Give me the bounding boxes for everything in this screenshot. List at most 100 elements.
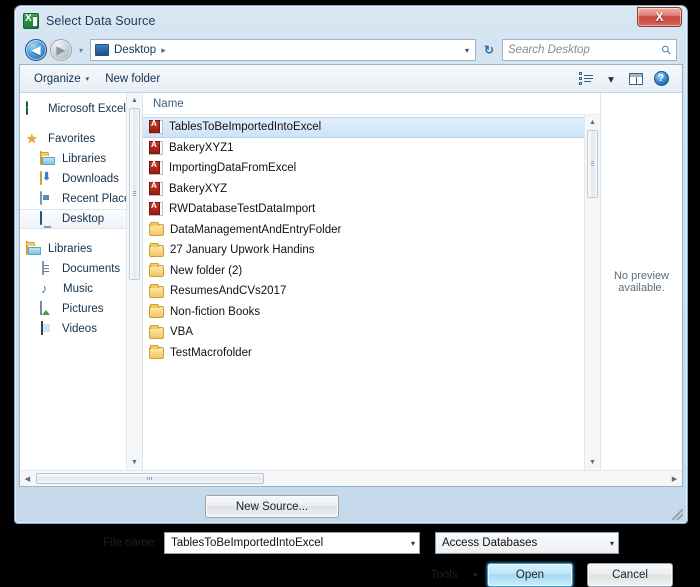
excel-icon [26, 101, 42, 116]
sidebar-scrollbar[interactable]: ▲ ▼ [126, 93, 142, 470]
file-type-filter-select[interactable]: Access Databases ▾ [435, 532, 619, 554]
forward-arrow-icon[interactable]: ▶ [50, 39, 72, 61]
file-name: VBA [170, 326, 194, 339]
hscroll-thumb[interactable] [36, 473, 264, 484]
action-button-row: Tools ▾ Open Cancel [29, 563, 673, 587]
forward-glyph: ▶ [56, 43, 66, 57]
desktop-icon [95, 44, 109, 56]
sidebar-item-favorites[interactable]: ★ Favorites [20, 129, 142, 149]
sidebar-item-microsoft-excel[interactable]: Microsoft Excel [20, 99, 142, 119]
new-source-row: New Source... [29, 495, 673, 518]
table-row[interactable]: Non-fiction Books [143, 302, 600, 323]
new-folder-button[interactable]: New folder [97, 70, 168, 88]
column-header-name[interactable]: Name [143, 93, 600, 115]
sidebar-item-downloads[interactable]: Downloads [20, 169, 142, 189]
file-name: ImportingDataFromExcel [169, 162, 297, 175]
sidebar-item-libraries-fav[interactable]: Libraries [20, 149, 142, 169]
refresh-icon[interactable]: ↻ [479, 39, 499, 61]
downloads-icon [40, 171, 56, 186]
table-row[interactable]: ResumesAndCVs2017 [143, 281, 600, 302]
hscroll-right-icon[interactable]: ▶ [667, 471, 682, 486]
organize-button[interactable]: Organize ▾ [26, 70, 97, 88]
address-path-box[interactable]: Desktop ▸ ▾ [90, 39, 476, 61]
view-dropdown-caret[interactable]: ▾ [600, 69, 622, 89]
list-scroll-down-icon[interactable]: ▼ [585, 455, 600, 470]
table-row[interactable]: RWDatabaseTestDataImport [143, 199, 600, 220]
file-list-scrollbar[interactable]: ▲ ▼ [584, 115, 600, 470]
table-row[interactable]: BakeryXYZ [143, 179, 600, 200]
file-name: DataManagementAndEntryFolder [170, 223, 342, 236]
sidebar-item-pictures[interactable]: Pictures [20, 299, 142, 319]
excel-icon [23, 13, 39, 29]
chevron-down-icon[interactable]: ▾ [604, 539, 614, 548]
view-lines [584, 75, 593, 82]
horizontal-scrollbar[interactable]: ◀ ▶ [20, 470, 682, 486]
file-name: BakeryXYZ1 [169, 141, 234, 154]
back-glyph: ◀ [31, 43, 41, 57]
navigation-pane: Microsoft Excel ★ Favorites Libraries Do… [20, 93, 142, 470]
table-row[interactable]: 27 January Upwork Handins [143, 240, 600, 261]
table-row[interactable]: DataManagementAndEntryFolder [143, 220, 600, 241]
tools-button[interactable]: Tools ▾ [429, 565, 479, 585]
open-button[interactable]: Open [487, 563, 573, 587]
sidebar-scroll-up-icon[interactable]: ▲ [127, 93, 142, 108]
resize-grip[interactable] [672, 509, 683, 520]
folder-icon [149, 345, 164, 360]
access-file-icon [149, 119, 163, 135]
help-icon: ? [653, 71, 669, 86]
access-file-icon [149, 201, 163, 217]
tools-label: Tools [430, 569, 458, 581]
star-icon: ★ [26, 131, 38, 146]
sidebar-scroll-down-icon[interactable]: ▼ [127, 455, 142, 470]
file-name-value: TablesToBeImportedIntoExcel [171, 537, 324, 549]
view-layout-icon[interactable] [575, 69, 597, 89]
access-file-icon [149, 181, 163, 196]
close-button[interactable]: X [637, 7, 682, 27]
folder-icon [149, 283, 164, 298]
table-row[interactable]: New folder (2) [143, 261, 600, 282]
desktop-icon [40, 211, 56, 226]
address-dropdown-caret[interactable]: ▾ [465, 46, 471, 55]
new-source-button[interactable]: New Source... [205, 495, 339, 518]
table-row[interactable]: BakeryXYZ1 [143, 138, 600, 159]
sidebar-scroll-thumb[interactable] [129, 108, 140, 280]
back-arrow-icon[interactable]: ◀ [25, 39, 47, 61]
sidebar-item-music[interactable]: ♪ Music [20, 279, 142, 299]
recent-places-icon [40, 191, 56, 206]
search-input[interactable]: Search Desktop ⚲ [502, 39, 677, 61]
sidebar-item-videos[interactable]: Videos [20, 319, 142, 339]
table-row[interactable]: VBA [143, 322, 600, 343]
file-name: BakeryXYZ [169, 182, 228, 195]
breadcrumb-desktop[interactable]: Desktop [114, 44, 156, 56]
sidebar-item-label: Libraries [62, 153, 107, 165]
sidebar-item-label: Libraries [48, 243, 93, 255]
table-row[interactable]: TablesToBeImportedIntoExcel [143, 117, 600, 138]
search-icon: ⚲ [658, 41, 675, 59]
sidebar-item-desktop[interactable]: Desktop [20, 209, 142, 229]
panel-content: Microsoft Excel ★ Favorites Libraries Do… [20, 93, 682, 470]
help-button[interactable]: ? [650, 69, 672, 89]
file-name-input[interactable]: TablesToBeImportedIntoExcel ▾ [164, 532, 420, 554]
list-scroll-thumb[interactable] [587, 130, 598, 198]
history-dropdown-caret[interactable]: ▾ [75, 46, 87, 55]
preview-message: No preview available. [613, 269, 670, 294]
video-icon [40, 321, 56, 336]
cancel-button[interactable]: Cancel [587, 563, 673, 587]
window-title: Select Data Source [46, 14, 156, 28]
table-row[interactable]: TestMacrofolder [143, 343, 600, 364]
library-folder-icon [26, 241, 42, 256]
file-name: Non-fiction Books [170, 305, 261, 318]
sidebar-item-recent-places[interactable]: Recent Places [20, 189, 142, 209]
file-name: TablesToBeImportedIntoExcel [169, 121, 322, 134]
list-scroll-up-icon[interactable]: ▲ [585, 115, 600, 130]
sidebar-item-documents[interactable]: Documents [20, 259, 142, 279]
table-row[interactable]: ImportingDataFromExcel [143, 158, 600, 179]
file-name: RWDatabaseTestDataImport [169, 203, 316, 216]
music-note-icon: ♪ [41, 281, 48, 296]
chevron-down-icon[interactable]: ▾ [405, 539, 415, 548]
access-file-icon [149, 160, 163, 176]
hscroll-left-icon[interactable]: ◀ [20, 471, 35, 486]
preview-pane-icon[interactable] [625, 69, 647, 89]
sidebar-item-libraries[interactable]: Libraries [20, 239, 142, 259]
